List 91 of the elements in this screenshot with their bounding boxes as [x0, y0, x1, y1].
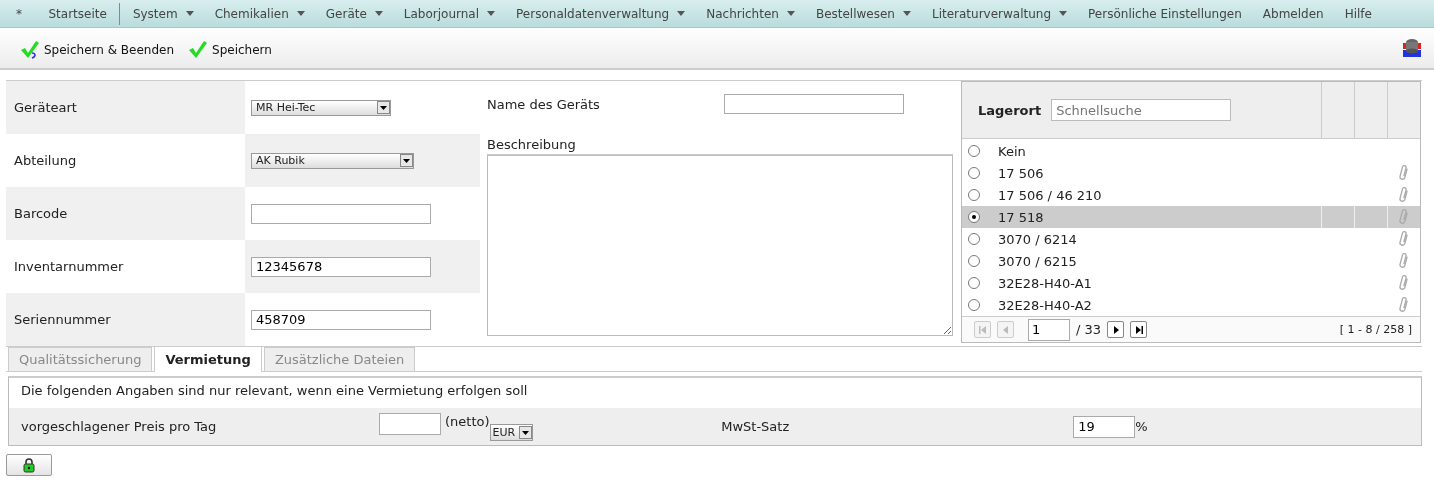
column-header: Lagerort: [978, 102, 1042, 118]
grid-cell-text: 17 506: [997, 165, 1045, 181]
last-page-button[interactable]: [1130, 321, 1148, 338]
paperclip-icon[interactable]: [1398, 296, 1410, 314]
input-field[interactable]: 458709: [251, 309, 431, 330]
grid-row[interactable]: 17 518: [962, 206, 1420, 228]
field-label: Name des Geräts: [487, 96, 601, 112]
check-arrow-icon: [20, 40, 40, 60]
grid-cell-text: Kein: [997, 143, 1027, 159]
tab[interactable]: Vermietung: [154, 346, 262, 372]
paperclip-icon[interactable]: [1398, 274, 1410, 292]
grid-row[interactable]: 17 506 / 46 210: [962, 184, 1420, 206]
menu-item[interactable]: Bestellwesen: [805, 0, 922, 28]
page-input[interactable]: 1: [1028, 318, 1070, 341]
select-field[interactable]: AK Rubik: [251, 152, 414, 169]
search-field[interactable]: Schnellsuche: [1051, 99, 1232, 121]
radio-button[interactable]: [968, 189, 980, 201]
unit-label: %: [1135, 419, 1148, 434]
caret-icon: [786, 11, 795, 16]
radio-button[interactable]: [968, 277, 980, 289]
field-label: Seriennummer: [13, 312, 112, 327]
grid-cell-text: 32E28-H40-A2: [997, 297, 1093, 313]
check-icon: [188, 40, 209, 60]
menu-item[interactable]: Startseite: [38, 0, 118, 28]
grid-cell-text: 3070 / 6215: [997, 253, 1078, 269]
previous-page-icon: [1001, 325, 1010, 334]
input-field[interactable]: 12345678: [251, 256, 431, 277]
grid-cell-text: 32E28-H40-A1: [997, 275, 1093, 291]
grid-cell-text: 3070 / 6214: [997, 231, 1078, 247]
field-label: vorgeschlagener Preis pro Tag: [20, 419, 218, 434]
caret-icon: [902, 11, 911, 16]
field-label: Geräteart: [13, 100, 78, 115]
caret-icon: [185, 11, 194, 16]
input-field[interactable]: [251, 203, 431, 224]
caret-icon: [374, 11, 383, 16]
radio-button[interactable]: [968, 145, 980, 157]
menu-item[interactable]: Abmelden: [1252, 0, 1335, 28]
menu-item[interactable]: Geräte: [315, 0, 394, 28]
toolbar-button[interactable]: Speichern & Beenden: [20, 40, 175, 60]
lock-button[interactable]: [6, 454, 52, 476]
grid-row[interactable]: 32E28-H40-A2: [962, 294, 1420, 316]
paperclip-icon[interactable]: [1398, 164, 1410, 182]
last-page-icon: [1134, 325, 1143, 334]
grid-cell-text: 17 518: [997, 209, 1045, 225]
field-label: Barcode: [13, 206, 69, 221]
grid-row[interactable]: 17 506: [962, 162, 1420, 184]
radio-button[interactable]: [968, 255, 980, 267]
next-page-button[interactable]: [1107, 321, 1125, 338]
radio-button[interactable]: [968, 233, 980, 245]
caret-icon: [1059, 11, 1068, 16]
grid-cell-text: 17 506 / 46 210: [997, 187, 1103, 203]
input-field[interactable]: [724, 94, 904, 114]
netto-label: (netto): [445, 414, 490, 429]
record-range: [ 1 - 8 / 258 ]: [1339, 323, 1412, 336]
input-field[interactable]: [379, 412, 441, 435]
paperclip-icon[interactable]: [1398, 208, 1410, 226]
menu-item[interactable]: Nachrichten: [695, 0, 806, 28]
grid-row[interactable]: 3070 / 6215: [962, 250, 1420, 272]
database-icon[interactable]: [1402, 37, 1422, 59]
padlock-icon: [23, 457, 35, 473]
menu-item[interactable]: Laborjournal: [393, 0, 506, 28]
grid-row[interactable]: Kein: [962, 140, 1420, 162]
paperclip-icon[interactable]: [1398, 186, 1410, 204]
grid-row[interactable]: 3070 / 6214: [962, 228, 1420, 250]
select-field[interactable]: MR Hei-Tec: [251, 99, 391, 116]
caret-icon: [296, 11, 305, 16]
menu-item[interactable]: Persönliche Einstellungen: [1077, 0, 1253, 28]
field-label: MwSt-Satz: [721, 419, 791, 434]
grid-row[interactable]: 32E28-H40-A1: [962, 272, 1420, 294]
radio-button[interactable]: [968, 211, 980, 223]
paperclip-icon[interactable]: [1398, 230, 1410, 248]
radio-button[interactable]: [968, 299, 980, 311]
paperclip-icon[interactable]: [1398, 252, 1410, 270]
field-label: Abteilung: [13, 153, 78, 168]
first-page-icon: [978, 325, 987, 334]
menu-item[interactable]: Chemikalien: [204, 0, 316, 28]
currency-select[interactable]: EUR: [489, 424, 534, 441]
info-text: Die folgenden Angaben sind nur relevant, wenn eine Vermietung erfolgen soll: [20, 382, 529, 400]
menu-item[interactable]: *: [0, 0, 38, 28]
field-label: Inventarnummer: [13, 259, 125, 274]
page-count: / 33: [1076, 322, 1102, 337]
menu-item[interactable]: Literaturverwaltung: [921, 0, 1078, 28]
menu-item[interactable]: Personaldatenverwaltung: [505, 0, 696, 28]
input-field[interactable]: 19: [1073, 415, 1136, 438]
toolbar-button[interactable]: Speichern: [188, 40, 272, 60]
menu-item[interactable]: System: [122, 0, 205, 28]
radio-button[interactable]: [968, 167, 980, 179]
caret-icon: [677, 11, 686, 16]
menu-item[interactable]: Hilfe: [1334, 0, 1383, 28]
next-page-icon: [1111, 325, 1120, 334]
caret-icon: [487, 11, 496, 16]
